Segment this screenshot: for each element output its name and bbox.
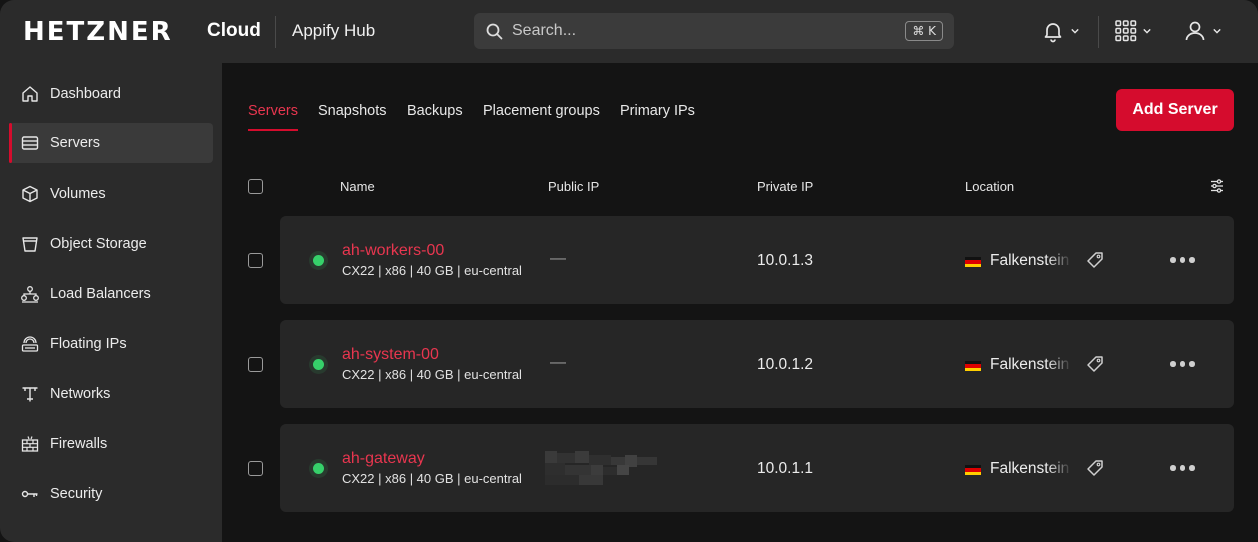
server-name-link[interactable]: ah-system-00 [342,346,439,364]
apps-menu-button[interactable] [1115,18,1151,44]
server-location: Falkenstein [990,460,1070,477]
divider [1098,16,1099,48]
sidebar-item-label: Load Balancers [50,286,151,302]
top-bar: HETZNER Cloud Appify Hub ⌘ K [0,0,1258,63]
sidebar-item-label: Security [50,486,103,502]
user-icon [1185,21,1205,41]
tab-servers[interactable]: Servers [248,103,298,119]
more-options-button[interactable] [1170,458,1202,478]
row-checkbox[interactable] [248,253,263,268]
app-window: HETZNER Cloud Appify Hub ⌘ K [0,0,1258,542]
search-icon [486,23,503,40]
bucket-icon [22,237,38,252]
sidebar-item-floating-ips[interactable]: Floating IPs [9,324,213,364]
sidebar-item-label: Volumes [50,186,106,202]
server-spec: CX22 | x86 | 40 GB | eu-central [342,367,522,382]
table-row[interactable]: ah-workers-00 CX22 | x86 | 40 GB | eu-ce… [280,216,1234,304]
sidebar-item-dashboard[interactable]: Dashboard [9,74,213,114]
search-shortcut-hint: ⌘ K [905,21,943,41]
sidebar-item-security[interactable]: Security [9,474,213,514]
server-name-link[interactable]: ah-gateway [342,450,425,468]
server-spec: CX22 | x86 | 40 GB | eu-central [342,471,522,486]
load-balancer-icon [21,286,39,303]
sidebar-item-object-storage[interactable]: Object Storage [9,224,213,264]
add-server-button[interactable]: Add Server [1116,89,1234,131]
firewall-icon [21,436,39,452]
cube-icon [22,185,38,203]
private-ip: 10.0.1.1 [757,460,814,477]
divider [275,16,276,48]
sidebar-item-label: Dashboard [50,86,121,102]
sidebar-item-label: Floating IPs [50,336,127,352]
more-options-button[interactable] [1170,354,1202,374]
search-bar[interactable]: ⌘ K [474,13,954,49]
column-header-name[interactable]: Name [340,179,375,194]
tag-icon[interactable] [1085,458,1105,478]
brand-logo[interactable]: HETZNER [23,19,173,45]
key-icon [21,490,38,498]
tab-placement-groups[interactable]: Placement groups [483,103,600,119]
redacted-public-ip [545,451,657,485]
server-spec: CX22 | x86 | 40 GB | eu-central [342,263,522,278]
table-row[interactable]: ah-gateway CX22 | x86 | 40 GB | eu-centr… [280,424,1234,512]
search-input[interactable] [512,20,872,42]
sidebar-item-label: Networks [50,386,111,402]
column-header-location[interactable]: Location [965,179,1014,194]
tab-snapshots[interactable]: Snapshots [318,103,387,119]
sidebar-item-networks[interactable]: Networks [9,374,213,414]
sidebar-item-servers[interactable]: Servers [9,123,213,163]
tag-icon[interactable] [1085,250,1105,270]
chevron-down-icon [1143,28,1151,34]
server-location: Falkenstein [990,252,1070,269]
status-running-indicator [313,359,324,370]
public-ip: — [550,250,566,267]
status-running-indicator [313,463,324,474]
sidebar-item-load-balancers[interactable]: Load Balancers [9,274,213,314]
tab-backups[interactable]: Backups [407,103,463,119]
sidebar-item-label: Servers [50,135,100,151]
apps-grid-icon [1115,20,1137,42]
germany-flag-icon [965,361,981,371]
sidebar-item-volumes[interactable]: Volumes [9,174,213,214]
sidebar-item-firewalls[interactable]: Firewalls [9,424,213,464]
project-switcher[interactable]: Appify Hub [292,21,375,41]
sidebar-item-label: Object Storage [50,236,147,252]
tab-primary-ips[interactable]: Primary IPs [620,103,695,119]
table-row[interactable]: ah-system-00 CX22 | x86 | 40 GB | eu-cen… [280,320,1234,408]
column-header-private-ip[interactable]: Private IP [757,179,813,194]
chevron-down-icon [1213,28,1221,34]
chevron-down-icon [1071,28,1079,34]
column-header-public-ip[interactable]: Public IP [548,179,599,194]
notifications-button[interactable] [1041,18,1079,44]
tag-icon[interactable] [1085,354,1105,374]
user-menu-button[interactable] [1183,18,1221,44]
germany-flag-icon [965,257,981,267]
public-ip: — [550,354,566,371]
private-ip: 10.0.1.2 [757,356,814,373]
column-settings-icon[interactable] [1210,179,1224,193]
active-tab-indicator [248,129,298,131]
row-checkbox[interactable] [248,357,263,372]
sidebar-item-label: Firewalls [50,436,108,452]
germany-flag-icon [965,465,981,475]
brand-subtitle: Cloud [207,20,261,41]
private-ip: 10.0.1.3 [757,252,814,269]
server-name-link[interactable]: ah-workers-00 [342,242,444,260]
server-location: Falkenstein [990,356,1070,373]
server-icon [21,136,39,150]
select-all-checkbox[interactable] [248,179,263,194]
network-icon [22,387,38,402]
bell-icon [1044,23,1062,43]
main-content: Servers Snapshots Backups Placement grou… [222,63,1258,542]
status-running-indicator [313,255,324,266]
row-checkbox[interactable] [248,461,263,476]
sidebar: Dashboard Servers Volumes Object Storage… [0,63,222,542]
home-icon [22,86,38,102]
more-options-button[interactable] [1170,250,1202,270]
floating-ip-icon [21,336,39,352]
